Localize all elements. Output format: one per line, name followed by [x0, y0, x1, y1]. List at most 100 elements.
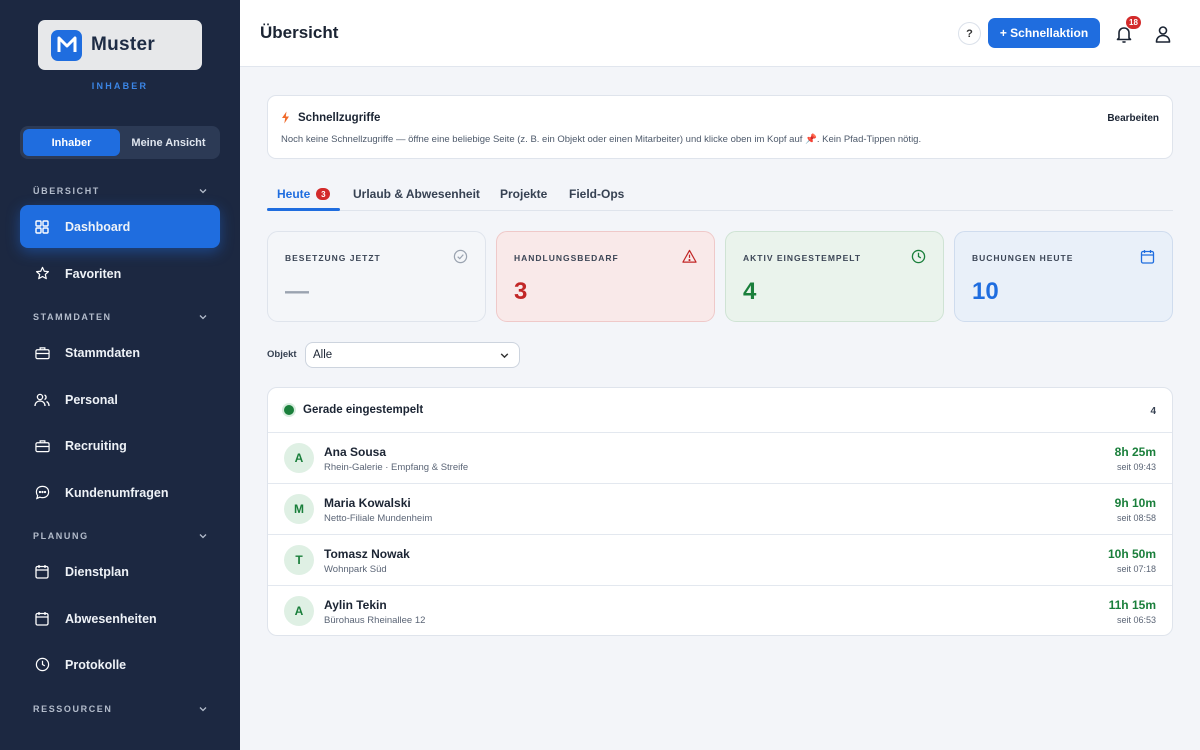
- kpi-buchungen-heute[interactable]: BUCHUNGEN HEUTE 10: [954, 231, 1173, 322]
- kpi-label: HANDLUNGSBEDARF: [514, 253, 619, 263]
- nav-dashboard[interactable]: Dashboard: [20, 205, 220, 248]
- clocked-in-card: Gerade eingestempelt 4 A Ana Sousa Rhein…: [267, 387, 1173, 636]
- clock-icon: [911, 249, 926, 264]
- chat-bubble-icon: [34, 485, 50, 501]
- quick-action-button[interactable]: + Schnellaktion: [988, 18, 1100, 48]
- briefcase-icon: [34, 345, 50, 361]
- section-stammdaten[interactable]: STAMMDATEN: [33, 312, 208, 322]
- shift-start: seit 08:58: [1116, 513, 1156, 523]
- kpi-besetzung-jetzt[interactable]: BESETZUNG JETZT —: [267, 231, 486, 322]
- active-tab-indicator: [267, 208, 340, 211]
- nav-protokolle[interactable]: Protokolle: [20, 643, 220, 686]
- help-button[interactable]: ?: [958, 22, 981, 45]
- edit-link[interactable]: Bearbeiten: [1107, 113, 1159, 124]
- nav-label: Personal: [65, 392, 118, 407]
- tab-label: Heute: [277, 187, 311, 201]
- people-icon: [34, 392, 50, 408]
- filter-label: Objekt: [267, 349, 297, 360]
- section-ressourcen[interactable]: RESSOURCEN: [33, 704, 208, 714]
- section-uebersicht[interactable]: ÜBERSICHT: [33, 186, 208, 196]
- objekt-select[interactable]: Alle: [305, 342, 520, 368]
- tab-projekte[interactable]: Projekte: [500, 187, 547, 201]
- employee-name: Aylin Tekin: [324, 598, 387, 612]
- quick-access-header: Schnellzugriffe: [281, 111, 380, 124]
- nav-label: Kundenumfragen: [65, 485, 169, 500]
- nav-label: Recruiting: [65, 438, 127, 453]
- grid-icon: [34, 219, 50, 235]
- kpi-label: BUCHUNGEN HEUTE: [972, 253, 1074, 263]
- list-item[interactable]: A Aylin Tekin Bürohaus Rheinallee 12 11h…: [268, 586, 1172, 635]
- tab-count-badge: 3: [316, 188, 331, 200]
- quick-access-hint: Noch keine Schnellzugriffe — öffne eine …: [281, 134, 921, 145]
- pin-icon: 📌: [805, 134, 817, 145]
- kpi-value: 10: [972, 278, 999, 305]
- quick-access-card: Schnellzugriffe Bearbeiten Noch keine Sc…: [267, 95, 1173, 159]
- list-item[interactable]: M Maria Kowalski Netto-Filiale Mundenhei…: [268, 484, 1172, 535]
- section-title: ÜBERSICHT: [33, 186, 100, 196]
- page-title: Übersicht: [260, 23, 339, 42]
- nav-recruiting[interactable]: Recruiting: [20, 424, 220, 467]
- tab-bar: Heute 3 Urlaub & Abwesenheit Projekte Fi…: [267, 180, 1173, 211]
- nav-abwesenheiten[interactable]: Abwesenheiten: [20, 597, 220, 640]
- lightning-icon: [281, 111, 290, 124]
- select-value: Alle: [313, 349, 333, 361]
- avatar: A: [284, 596, 314, 626]
- employee-location: Wohnpark Süd: [324, 564, 387, 575]
- nav-label: Abwesenheiten: [65, 611, 157, 626]
- list-item[interactable]: A Ana Sousa Rhein-Galerie · Empfang & St…: [268, 433, 1172, 484]
- brand-logo[interactable]: Muster: [38, 20, 202, 70]
- shift-duration: 9h 10m: [1114, 496, 1156, 510]
- kpi-aktiv-eingestempelt[interactable]: AKTIV EINGESTEMPELT 4: [725, 231, 944, 322]
- nav-label: Protokolle: [65, 657, 127, 672]
- section-planung[interactable]: PLANUNG: [33, 531, 208, 541]
- kpi-handlungsbedarf[interactable]: HANDLUNGSBEDARF 3: [496, 231, 715, 322]
- calendar-icon: [1140, 250, 1155, 264]
- shift-duration: 11h 15m: [1108, 598, 1156, 612]
- chevron-down-icon: [199, 534, 207, 539]
- shift-duration: 8h 25m: [1114, 445, 1156, 459]
- briefcase-icon: [34, 438, 50, 454]
- nav-kundenumfragen[interactable]: Kundenumfragen: [20, 471, 220, 514]
- status-dot: [284, 405, 294, 415]
- chevron-down-icon: [500, 353, 509, 359]
- section-title: RESSOURCEN: [33, 704, 113, 714]
- toggle-inhaber[interactable]: Inhaber: [23, 129, 120, 156]
- avatar: A: [284, 443, 314, 473]
- nav-label: Stammdaten: [65, 345, 141, 360]
- employee-name: Maria Kowalski: [324, 496, 411, 510]
- shift-start: seit 09:43: [1116, 462, 1156, 472]
- list-count: 4: [1150, 406, 1156, 417]
- calendar-icon: [34, 564, 50, 580]
- list-item[interactable]: T Tomasz Nowak Wohnpark Süd 10h 50m seit…: [268, 535, 1172, 586]
- star-icon: [34, 266, 50, 282]
- shift-start: seit 06:53: [1116, 615, 1156, 625]
- chevron-down-icon: [199, 189, 207, 194]
- nav-personal[interactable]: Personal: [20, 378, 220, 421]
- toggle-meine-ansicht[interactable]: Meine Ansicht: [120, 129, 217, 156]
- brand-name: Muster: [91, 34, 156, 55]
- section-title: PLANUNG: [33, 531, 89, 541]
- kpi-value: —: [285, 278, 309, 305]
- nav-favoriten[interactable]: Favoriten: [20, 252, 220, 295]
- kpi-value: 3: [514, 278, 528, 305]
- shift-start: seit 07:18: [1116, 564, 1156, 574]
- role-label: INHABER: [91, 81, 149, 91]
- tab-heute[interactable]: Heute 3: [277, 187, 331, 201]
- employee-name: Tomasz Nowak: [324, 547, 410, 561]
- chevron-down-icon: [199, 315, 207, 320]
- nav-label: Favoriten: [65, 266, 122, 281]
- user-icon[interactable]: [1153, 24, 1173, 44]
- employee-name: Ana Sousa: [324, 445, 387, 459]
- list-title: Gerade eingestempelt: [303, 404, 424, 416]
- tab-urlaub-abwesenheit[interactable]: Urlaub & Abwesenheit: [353, 187, 480, 201]
- top-header: Übersicht ? + Schnellaktion 18: [240, 0, 1200, 67]
- avatar: M: [284, 494, 314, 524]
- kpi-value: 4: [743, 278, 757, 305]
- nav-dienstplan[interactable]: Dienstplan: [20, 550, 220, 593]
- warning-icon: [682, 249, 697, 263]
- view-toggle: Inhaber Meine Ansicht: [20, 126, 220, 159]
- nav-stammdaten[interactable]: Stammdaten: [20, 331, 220, 374]
- nav-label: Dienstplan: [65, 564, 129, 579]
- employee-location: Netto-Filiale Mundenheim: [324, 513, 433, 524]
- tab-field-ops[interactable]: Field-Ops: [569, 187, 624, 201]
